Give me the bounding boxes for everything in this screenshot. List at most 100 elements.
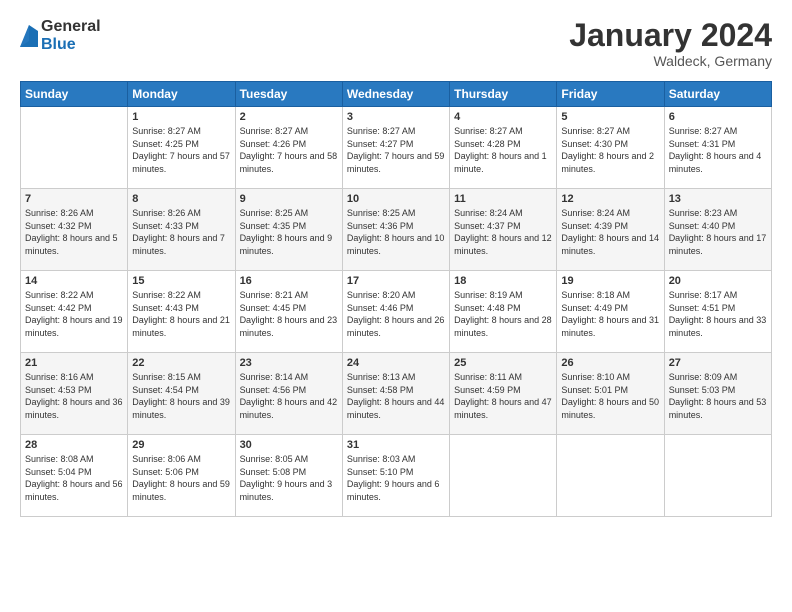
- day-number: 21: [25, 357, 123, 369]
- calendar-week-3: 21 Sunrise: 8:16 AMSunset: 4:53 PMDaylig…: [21, 353, 772, 435]
- day-info: Sunrise: 8:10 AMSunset: 5:01 PMDaylight:…: [561, 372, 659, 420]
- table-row: 11 Sunrise: 8:24 AMSunset: 4:37 PMDaylig…: [450, 189, 557, 271]
- table-row: 28 Sunrise: 8:08 AMSunset: 5:04 PMDaylig…: [21, 435, 128, 517]
- day-number: 26: [561, 357, 659, 369]
- day-number: 3: [347, 111, 445, 123]
- day-number: 22: [132, 357, 230, 369]
- table-row: 24 Sunrise: 8:13 AMSunset: 4:58 PMDaylig…: [342, 353, 449, 435]
- day-number: 31: [347, 439, 445, 451]
- day-info: Sunrise: 8:27 AMSunset: 4:25 PMDaylight:…: [132, 126, 230, 174]
- table-row: [557, 435, 664, 517]
- table-row: 12 Sunrise: 8:24 AMSunset: 4:39 PMDaylig…: [557, 189, 664, 271]
- table-row: 31 Sunrise: 8:03 AMSunset: 5:10 PMDaylig…: [342, 435, 449, 517]
- table-row: 25 Sunrise: 8:11 AMSunset: 4:59 PMDaylig…: [450, 353, 557, 435]
- page: General Blue January 2024 Waldeck, Germa…: [0, 0, 792, 612]
- day-number: 20: [669, 275, 767, 287]
- day-info: Sunrise: 8:06 AMSunset: 5:06 PMDaylight:…: [132, 454, 230, 502]
- table-row: 20 Sunrise: 8:17 AMSunset: 4:51 PMDaylig…: [664, 271, 771, 353]
- logo-icon: [20, 25, 38, 47]
- day-number: 14: [25, 275, 123, 287]
- day-info: Sunrise: 8:05 AMSunset: 5:08 PMDaylight:…: [240, 454, 333, 502]
- table-row: 29 Sunrise: 8:06 AMSunset: 5:06 PMDaylig…: [128, 435, 235, 517]
- day-number: 18: [454, 275, 552, 287]
- logo: General Blue: [20, 18, 101, 53]
- col-saturday: Saturday: [664, 82, 771, 107]
- table-row: [21, 107, 128, 189]
- header-row: Sunday Monday Tuesday Wednesday Thursday…: [21, 82, 772, 107]
- table-row: 6 Sunrise: 8:27 AMSunset: 4:31 PMDayligh…: [664, 107, 771, 189]
- table-row: 27 Sunrise: 8:09 AMSunset: 5:03 PMDaylig…: [664, 353, 771, 435]
- table-row: 15 Sunrise: 8:22 AMSunset: 4:43 PMDaylig…: [128, 271, 235, 353]
- calendar-table: Sunday Monday Tuesday Wednesday Thursday…: [20, 81, 772, 517]
- day-number: 2: [240, 111, 338, 123]
- calendar-week-0: 1 Sunrise: 8:27 AMSunset: 4:25 PMDayligh…: [21, 107, 772, 189]
- table-row: 8 Sunrise: 8:26 AMSunset: 4:33 PMDayligh…: [128, 189, 235, 271]
- day-number: 11: [454, 193, 552, 205]
- day-number: 25: [454, 357, 552, 369]
- day-number: 30: [240, 439, 338, 451]
- day-number: 12: [561, 193, 659, 205]
- day-info: Sunrise: 8:22 AMSunset: 4:43 PMDaylight:…: [132, 290, 230, 338]
- col-wednesday: Wednesday: [342, 82, 449, 107]
- day-number: 16: [240, 275, 338, 287]
- day-info: Sunrise: 8:15 AMSunset: 4:54 PMDaylight:…: [132, 372, 230, 420]
- col-sunday: Sunday: [21, 82, 128, 107]
- col-monday: Monday: [128, 82, 235, 107]
- day-number: 4: [454, 111, 552, 123]
- title-block: January 2024 Waldeck, Germany: [569, 18, 772, 69]
- day-info: Sunrise: 8:27 AMSunset: 4:26 PMDaylight:…: [240, 126, 338, 174]
- day-info: Sunrise: 8:18 AMSunset: 4:49 PMDaylight:…: [561, 290, 659, 338]
- day-number: 5: [561, 111, 659, 123]
- table-row: [664, 435, 771, 517]
- day-number: 7: [25, 193, 123, 205]
- table-row: 2 Sunrise: 8:27 AMSunset: 4:26 PMDayligh…: [235, 107, 342, 189]
- day-number: 13: [669, 193, 767, 205]
- table-row: 22 Sunrise: 8:15 AMSunset: 4:54 PMDaylig…: [128, 353, 235, 435]
- col-thursday: Thursday: [450, 82, 557, 107]
- day-info: Sunrise: 8:17 AMSunset: 4:51 PMDaylight:…: [669, 290, 767, 338]
- calendar-week-4: 28 Sunrise: 8:08 AMSunset: 5:04 PMDaylig…: [21, 435, 772, 517]
- table-row: 14 Sunrise: 8:22 AMSunset: 4:42 PMDaylig…: [21, 271, 128, 353]
- table-row: 3 Sunrise: 8:27 AMSunset: 4:27 PMDayligh…: [342, 107, 449, 189]
- day-info: Sunrise: 8:13 AMSunset: 4:58 PMDaylight:…: [347, 372, 445, 420]
- day-number: 27: [669, 357, 767, 369]
- logo-text: General Blue: [41, 18, 101, 53]
- month-year-title: January 2024: [569, 18, 772, 53]
- day-number: 6: [669, 111, 767, 123]
- day-info: Sunrise: 8:08 AMSunset: 5:04 PMDaylight:…: [25, 454, 123, 502]
- location-subtitle: Waldeck, Germany: [569, 53, 772, 69]
- table-row: 23 Sunrise: 8:14 AMSunset: 4:56 PMDaylig…: [235, 353, 342, 435]
- table-row: 17 Sunrise: 8:20 AMSunset: 4:46 PMDaylig…: [342, 271, 449, 353]
- day-number: 29: [132, 439, 230, 451]
- day-info: Sunrise: 8:22 AMSunset: 4:42 PMDaylight:…: [25, 290, 123, 338]
- table-row: [450, 435, 557, 517]
- col-friday: Friday: [557, 82, 664, 107]
- day-info: Sunrise: 8:19 AMSunset: 4:48 PMDaylight:…: [454, 290, 552, 338]
- table-row: 30 Sunrise: 8:05 AMSunset: 5:08 PMDaylig…: [235, 435, 342, 517]
- day-info: Sunrise: 8:26 AMSunset: 4:32 PMDaylight:…: [25, 208, 118, 256]
- day-number: 8: [132, 193, 230, 205]
- table-row: 21 Sunrise: 8:16 AMSunset: 4:53 PMDaylig…: [21, 353, 128, 435]
- day-info: Sunrise: 8:09 AMSunset: 5:03 PMDaylight:…: [669, 372, 767, 420]
- logo-general: General: [41, 18, 101, 36]
- logo-blue: Blue: [41, 36, 101, 54]
- day-number: 23: [240, 357, 338, 369]
- day-number: 17: [347, 275, 445, 287]
- header: General Blue January 2024 Waldeck, Germa…: [20, 18, 772, 69]
- day-number: 1: [132, 111, 230, 123]
- day-number: 10: [347, 193, 445, 205]
- day-info: Sunrise: 8:14 AMSunset: 4:56 PMDaylight:…: [240, 372, 338, 420]
- day-info: Sunrise: 8:24 AMSunset: 4:39 PMDaylight:…: [561, 208, 659, 256]
- day-number: 15: [132, 275, 230, 287]
- day-info: Sunrise: 8:26 AMSunset: 4:33 PMDaylight:…: [132, 208, 225, 256]
- day-info: Sunrise: 8:03 AMSunset: 5:10 PMDaylight:…: [347, 454, 440, 502]
- table-row: 7 Sunrise: 8:26 AMSunset: 4:32 PMDayligh…: [21, 189, 128, 271]
- day-info: Sunrise: 8:27 AMSunset: 4:27 PMDaylight:…: [347, 126, 445, 174]
- day-info: Sunrise: 8:16 AMSunset: 4:53 PMDaylight:…: [25, 372, 123, 420]
- day-info: Sunrise: 8:27 AMSunset: 4:28 PMDaylight:…: [454, 126, 547, 174]
- table-row: 19 Sunrise: 8:18 AMSunset: 4:49 PMDaylig…: [557, 271, 664, 353]
- day-info: Sunrise: 8:21 AMSunset: 4:45 PMDaylight:…: [240, 290, 338, 338]
- table-row: 4 Sunrise: 8:27 AMSunset: 4:28 PMDayligh…: [450, 107, 557, 189]
- day-number: 9: [240, 193, 338, 205]
- day-info: Sunrise: 8:25 AMSunset: 4:36 PMDaylight:…: [347, 208, 445, 256]
